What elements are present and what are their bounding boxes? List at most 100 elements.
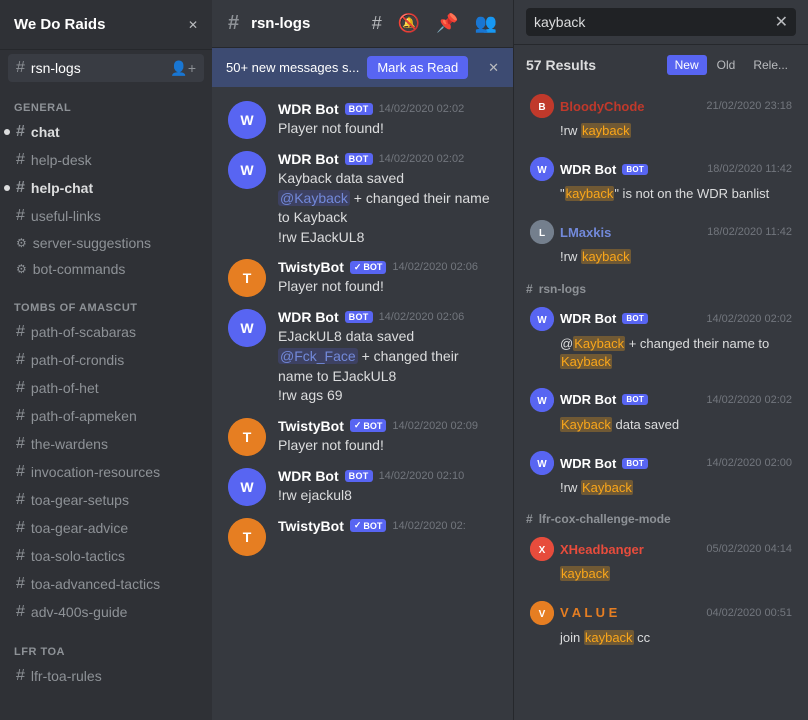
verified-bot-badge: ✓ BOT bbox=[350, 519, 387, 532]
search-result-item[interactable]: W WDR Bot BOT 18/02/2020 11:42 "kayback"… bbox=[518, 149, 804, 211]
hash-icon: # bbox=[16, 407, 25, 425]
channel-hash-icon: # bbox=[228, 12, 239, 35]
sidebar-item-toa-advanced-tactics[interactable]: # toa-advanced-tactics bbox=[8, 570, 204, 598]
sidebar-item-server-suggestions[interactable]: ⚙ server-suggestions bbox=[8, 230, 204, 256]
bot-badge: BOT bbox=[345, 470, 373, 482]
message-timestamp: 14/02/2020 02: bbox=[392, 520, 465, 532]
hash-icon: # bbox=[16, 603, 25, 621]
sidebar-item-toa-gear-setups[interactable]: # toa-gear-setups bbox=[8, 486, 204, 514]
svg-text:W: W bbox=[537, 459, 547, 470]
add-channel-icon[interactable]: # bbox=[372, 13, 382, 34]
general-section: GENERAL # chat # help-desk # help-chat #… bbox=[0, 86, 212, 286]
filter-new-tab[interactable]: New bbox=[667, 55, 707, 75]
mark-as-read-button[interactable]: Mark as Read bbox=[367, 56, 468, 79]
main-content: # rsn-logs # 🔕 📌 👥 50+ new messages s...… bbox=[212, 0, 513, 720]
svg-text:T: T bbox=[243, 529, 252, 545]
message-content: TwistyBot ✓ BOT 14/02/2020 02:06 Player … bbox=[278, 259, 497, 297]
sidebar-item-the-wardens[interactable]: # the-wardens bbox=[8, 430, 204, 458]
result-author: BloodyChode bbox=[560, 99, 645, 114]
highlight: kayback bbox=[560, 566, 610, 581]
section-divider: rsn-logs bbox=[514, 276, 808, 298]
pin-icon[interactable]: 📌 bbox=[436, 13, 458, 34]
help-desk-label: help-desk bbox=[31, 152, 196, 168]
filter-relevant-tab[interactable]: Rele... bbox=[745, 55, 796, 75]
result-text: !rw kayback bbox=[530, 248, 792, 266]
message-author: WDR Bot bbox=[278, 468, 339, 484]
message-group: W WDR Bot BOT 14/02/2020 02:02 Kayback d… bbox=[212, 145, 513, 253]
result-text: "kayback" is not on the WDR banlist bbox=[530, 185, 792, 203]
avatar: T bbox=[228, 518, 266, 556]
notify-off-icon[interactable]: 🔕 bbox=[398, 13, 420, 34]
message-text: EJackUL8 data saved @Fck_Face + changed … bbox=[278, 327, 497, 405]
filter-old-tab[interactable]: Old bbox=[709, 55, 744, 75]
sidebar-item-rsn-logs[interactable]: # rsn-logs 👤+ bbox=[8, 54, 204, 82]
highlight: Kayback bbox=[560, 354, 612, 369]
message-header: TwistyBot ✓ BOT 14/02/2020 02:09 bbox=[278, 418, 497, 434]
message-header: WDR Bot BOT 14/02/2020 02:06 bbox=[278, 309, 497, 325]
search-result-item[interactable]: X XHeadbanger 05/02/2020 04:14 kayback bbox=[518, 529, 804, 591]
search-result-item[interactable]: L LMaxkis 18/02/2020 11:42 !rw kayback bbox=[518, 212, 804, 274]
search-clear-icon[interactable]: ✕ bbox=[775, 12, 788, 32]
sidebar-item-help-desk[interactable]: # help-desk bbox=[8, 146, 204, 174]
result-text: join kayback cc bbox=[530, 629, 792, 647]
bot-badge: BOT bbox=[622, 313, 648, 324]
result-header: W WDR Bot BOT 14/02/2020 02:00 bbox=[530, 451, 792, 475]
verified-bot-badge: ✓ BOT bbox=[350, 261, 387, 274]
search-result-item[interactable]: B BloodyChode 21/02/2020 23:18 !rw kayba… bbox=[518, 86, 804, 148]
message-content: WDR Bot BOT 14/02/2020 02:10 !rw ejackul… bbox=[278, 468, 497, 506]
sidebar-item-toa-gear-advice[interactable]: # toa-gear-advice bbox=[8, 514, 204, 542]
search-bar[interactable]: ✕ bbox=[526, 8, 796, 36]
sidebar-item-path-of-scabaras[interactable]: # path-of-scabaras bbox=[8, 318, 204, 346]
server-name: We Do Raids bbox=[14, 16, 105, 33]
result-avatar: V bbox=[530, 601, 554, 625]
message-content: WDR Bot BOT 14/02/2020 02:02 Kayback dat… bbox=[278, 151, 497, 247]
svg-text:T: T bbox=[243, 270, 252, 286]
result-timestamp: 18/02/2020 11:42 bbox=[707, 226, 792, 238]
message-author: TwistyBot bbox=[278, 418, 344, 434]
add-member-icon[interactable]: 👤+ bbox=[170, 60, 196, 77]
svg-text:W: W bbox=[537, 315, 547, 326]
message-timestamp: 14/02/2020 02:02 bbox=[379, 153, 465, 165]
search-result-item[interactable]: W WDR Bot BOT 14/02/2020 02:02 @Kayback … bbox=[518, 299, 804, 379]
sidebar-item-help-chat[interactable]: # help-chat bbox=[8, 174, 204, 202]
sidebar-item-toa-solo-tactics[interactable]: # toa-solo-tactics bbox=[8, 542, 204, 570]
result-timestamp: 04/02/2020 00:51 bbox=[706, 607, 792, 619]
message-timestamp: 14/02/2020 02:06 bbox=[392, 261, 478, 273]
tombs-label: TOMBS OF AMASCUT bbox=[8, 302, 204, 314]
message-author: WDR Bot bbox=[278, 101, 339, 117]
search-result-item[interactable]: W WDR Bot BOT 14/02/2020 02:00 !rw Kayba… bbox=[518, 443, 804, 505]
sidebar-item-chat[interactable]: # chat bbox=[8, 118, 204, 146]
sidebar-item-lfr-toa-rules[interactable]: # lfr-toa-rules bbox=[8, 662, 204, 690]
message-author: WDR Bot bbox=[278, 151, 339, 167]
channel-header: # rsn-logs # 🔕 📌 👥 bbox=[212, 0, 513, 48]
sidebar-item-path-of-het[interactable]: # path-of-het bbox=[8, 374, 204, 402]
message-author: WDR Bot bbox=[278, 309, 339, 325]
search-result-item[interactable]: W WDR Bot BOT 14/02/2020 02:02 Kayback d… bbox=[518, 380, 804, 442]
highlight: kayback bbox=[581, 249, 631, 264]
search-result-item[interactable]: V V A L U E 04/02/2020 00:51 join kaybac… bbox=[518, 593, 804, 655]
result-author: LMaxkis bbox=[560, 225, 611, 240]
message-timestamp: 14/02/2020 02:06 bbox=[379, 311, 465, 323]
bot-commands-label: bot-commands bbox=[33, 261, 196, 277]
hash-icon: # bbox=[16, 491, 25, 509]
sidebar-item-bot-commands[interactable]: ⚙ bot-commands bbox=[8, 256, 204, 282]
members-icon[interactable]: 👥 bbox=[475, 13, 497, 34]
avatar: W bbox=[228, 468, 266, 506]
result-text: !rw kayback bbox=[530, 122, 792, 140]
chat-label: chat bbox=[31, 124, 196, 140]
hash-icon: ⚙ bbox=[16, 236, 27, 250]
sidebar-item-adv-400s-guide[interactable]: # adv-400s-guide bbox=[8, 598, 204, 626]
message-text: Player not found! bbox=[278, 277, 497, 297]
search-input[interactable] bbox=[534, 14, 769, 30]
sidebar-item-invocation-resources[interactable]: # invocation-resources bbox=[8, 458, 204, 486]
message-text: !rw ejackul8 bbox=[278, 486, 497, 506]
sidebar-item-path-of-apmeken[interactable]: # path-of-apmeken bbox=[8, 402, 204, 430]
highlight: kayback bbox=[565, 186, 615, 201]
server-header[interactable]: We Do Raids ✕ bbox=[0, 0, 212, 50]
sidebar-item-path-of-crondis[interactable]: # path-of-crondis bbox=[8, 346, 204, 374]
sidebar: We Do Raids ✕ # rsn-logs 👤+ GENERAL # ch… bbox=[0, 0, 212, 720]
dismiss-icon[interactable]: ✕ bbox=[488, 60, 499, 76]
hash-icon: # bbox=[16, 351, 25, 369]
sidebar-item-useful-links[interactable]: # useful-links bbox=[8, 202, 204, 230]
search-panel: ✕ 57 Results New Old Rele... B BloodyCho… bbox=[513, 0, 808, 720]
